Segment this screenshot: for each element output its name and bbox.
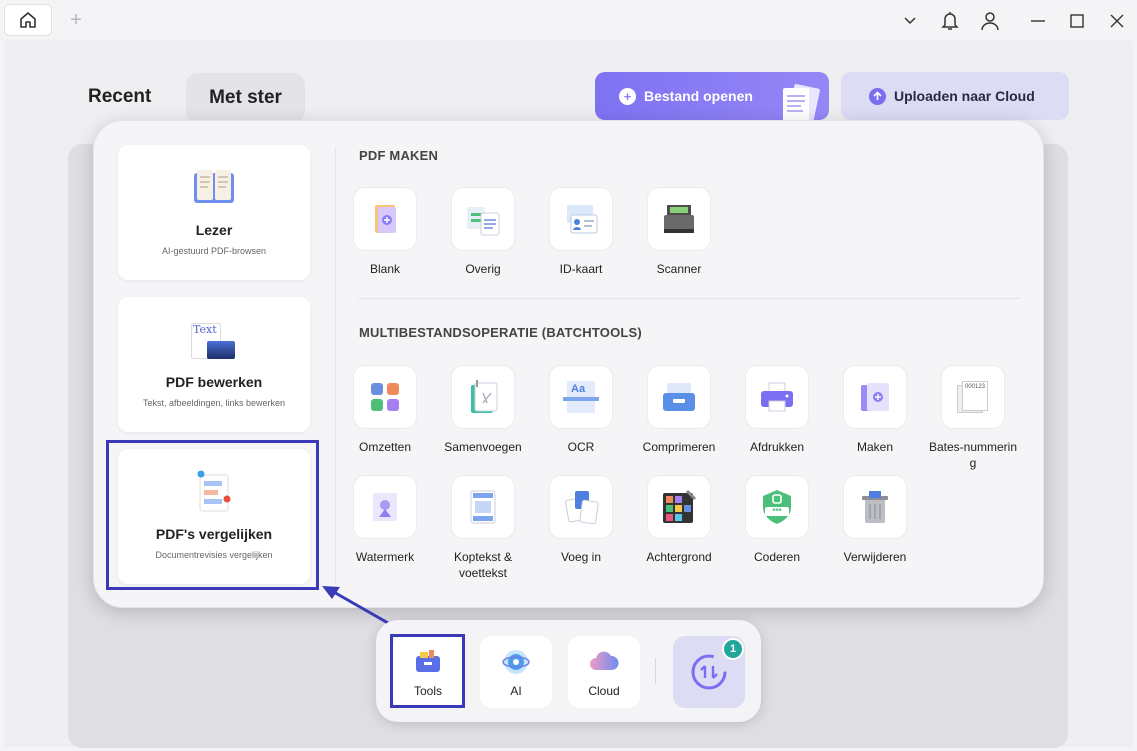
card-reader-title: Lezer [195,222,233,238]
tool-insert[interactable]: Voeg in [532,475,630,565]
sync-icon [691,654,727,690]
minimize-icon[interactable] [1025,8,1051,34]
upload-icon [869,87,886,105]
other-files-icon [467,207,500,236]
trash-icon [862,491,888,523]
tool-create-label: Maken [856,440,894,454]
ai-icon [502,650,530,674]
tool-bates[interactable]: 000123 Bates-nummering [924,365,1022,471]
tool-scanner[interactable]: Scanner [630,187,728,277]
home-tab[interactable] [4,4,52,36]
tool-scanner-label: Scanner [656,262,702,276]
tool-other-label: Overig [465,262,501,276]
tool-id-card-label: ID-kaart [559,262,603,276]
home-icon [20,12,36,28]
tool-background-label: Achtergrond [646,550,712,564]
dock-cloud-label: Cloud [588,684,620,698]
tool-merge[interactable]: Samenvoegen [434,365,532,455]
tool-watermark[interactable]: Watermerk [336,475,434,565]
convert-icon [371,383,399,411]
documents-icon [783,84,820,120]
title-bar: + [0,0,1137,40]
tab-starred[interactable]: Met ster [186,73,305,123]
tab-recent[interactable]: Recent [88,86,151,108]
blank-pdf-icon [375,205,396,233]
tools-popup: Lezer AI-gestuurd PDF-browsen Text PDF b… [93,120,1044,608]
id-card-icon [567,205,598,234]
card-edit-pdf-title: PDF bewerken [165,374,263,390]
bates-icon: 000123 [953,377,993,417]
upload-cloud-label: Uploaden naar Cloud [894,88,1035,104]
pointer-arrow [322,586,389,625]
maximize-icon[interactable] [1064,8,1090,34]
tool-header-footer-label: Koptekst & voettekst [453,550,513,580]
tools-highlight-box [390,634,465,708]
tool-bates-label: Bates-nummering [928,440,1018,470]
plus-icon: + [619,87,636,105]
sync-badge: 1 [722,638,744,660]
header-footer-icon [470,490,496,524]
tool-compress[interactable]: Comprimeren [630,365,728,455]
tool-convert[interactable]: Omzetten [336,365,434,455]
print-icon [761,382,793,412]
dock-ai-label: AI [510,684,522,698]
divider-horizontal [358,298,1020,299]
tool-delete[interactable]: Verwijderen [826,475,924,565]
tool-id-card[interactable]: ID-kaart [532,187,630,277]
tool-background[interactable]: Achtergrond [630,475,728,565]
watermark-icon [373,493,397,521]
card-edit-pdf[interactable]: Text PDF bewerken Tekst, afbeeldingen, l… [118,297,310,432]
tool-delete-label: Verwijderen [843,550,907,564]
insert-icon [565,491,599,525]
compress-icon [663,383,695,411]
open-file-button[interactable]: + Bestand openen [595,72,829,120]
upload-cloud-button[interactable]: Uploaden naar Cloud [841,72,1069,120]
tool-merge-label: Samenvoegen [444,440,522,454]
tool-watermark-label: Watermerk [355,550,415,564]
create-icon [861,383,889,411]
scanner-icon [664,205,694,233]
tool-convert-label: Omzetten [358,440,412,454]
merge-icon [471,380,498,413]
background-icon [663,489,697,523]
tool-insert-label: Voeg in [560,550,602,564]
tool-ocr[interactable]: Aa OCR [532,365,630,455]
dock-ai[interactable]: AI [480,636,552,708]
user-icon[interactable] [977,8,1003,34]
close-icon[interactable] [1104,8,1130,34]
open-file-label: Bestand openen [644,88,753,104]
card-reader[interactable]: Lezer AI-gestuurd PDF-browsen [118,145,310,280]
bell-icon[interactable] [937,8,963,34]
tool-ocr-label: OCR [567,440,595,454]
tool-other[interactable]: Overig [434,187,532,277]
section-create-title: PDF MAKEN [359,148,439,163]
tool-encrypt-label: Coderen [753,550,801,564]
tool-blank[interactable]: Blank [336,187,434,277]
tool-header-footer[interactable]: Koptekst & voettekst [434,475,532,581]
cloud-icon [590,651,619,670]
book-icon [194,170,234,203]
card-edit-pdf-subtitle: Tekst, afbeeldingen, links bewerken [142,398,286,408]
ocr-icon: Aa [561,377,601,417]
chevron-down-icon[interactable] [897,8,923,34]
tool-encrypt[interactable]: *** Coderen [728,475,826,565]
dock-separator [655,658,656,684]
card-reader-subtitle: AI-gestuurd PDF-browsen [161,246,267,256]
tool-create[interactable]: Maken [826,365,924,455]
tool-blank-label: Blank [369,262,401,276]
tool-print[interactable]: Afdrukken [728,365,826,455]
compare-highlight-box [106,440,319,590]
encrypt-icon: *** [757,487,797,527]
edit-text-icon: Text [191,319,237,361]
tool-print-label: Afdrukken [749,440,805,454]
new-tab-button[interactable]: + [64,8,88,32]
tool-compress-label: Comprimeren [642,440,716,454]
dock-cloud[interactable]: Cloud [568,636,640,708]
section-batch-title: MULTIBESTANDSOPERATIE (BATCHTOOLS) [359,325,642,340]
